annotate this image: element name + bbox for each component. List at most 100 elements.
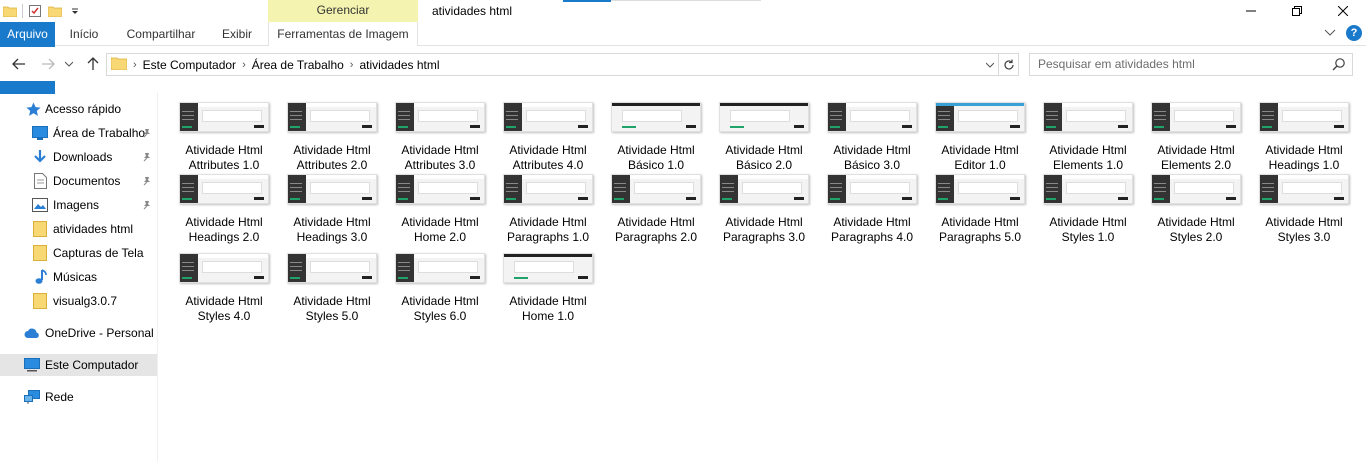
file-name-line: Atividade Html — [293, 215, 371, 229]
restore-icon[interactable] — [1274, 0, 1320, 22]
sidebar-item-atividades-html[interactable]: atividades html — [0, 218, 157, 240]
pin-icon[interactable] — [142, 199, 152, 213]
file-name: Atividade Html Headings 2.0 — [172, 215, 276, 245]
pin-icon[interactable] — [142, 151, 152, 165]
sidebar-item-documents[interactable]: Documentos — [0, 170, 157, 192]
customize-qat-icon[interactable] — [67, 3, 83, 19]
file-item[interactable]: Atividade Html Básico 1.0 — [604, 102, 708, 174]
file-name-line: Paragraphs 2.0 — [614, 230, 698, 244]
refresh-icon[interactable] — [998, 54, 1018, 75]
file-thumbnail — [287, 253, 377, 283]
breadcrumb-item[interactable]: atividades html — [359, 58, 439, 72]
file-thumbnail — [503, 102, 593, 132]
sidebar-item-desktop[interactable]: Área de Trabalho — [0, 122, 157, 144]
ribbon-tabs: Arquivo Início Compartilhar Exibir Ferra… — [0, 22, 1366, 94]
file-name-line: Atividade Html — [293, 294, 371, 308]
address-dropdown-icon[interactable] — [982, 54, 998, 75]
file-name-line: Attributes 4.0 — [512, 158, 584, 172]
file-item[interactable]: Atividade Html Headings 2.0 — [172, 174, 276, 246]
sidebar-item-images[interactable]: Imagens — [0, 194, 157, 216]
sidebar-item-downloads[interactable]: Downloads — [0, 146, 157, 168]
breadcrumb-item[interactable]: Este Computador — [143, 58, 236, 72]
sidebar-item-this-pc[interactable]: Este Computador — [0, 354, 157, 376]
search-icon[interactable] — [1332, 57, 1346, 74]
file-item[interactable]: Atividade Html Attributes 3.0 — [388, 102, 492, 174]
file-item[interactable]: Atividade Html Styles 3.0 — [1252, 174, 1356, 246]
tab-share[interactable]: Compartilhar — [118, 22, 204, 46]
file-item[interactable]: Atividade Html Headings 3.0 — [280, 174, 384, 246]
breadcrumb-separator-icon[interactable]: › — [242, 59, 246, 71]
breadcrumb-separator-icon[interactable]: › — [133, 59, 137, 71]
file-name-line: Paragraphs 3.0 — [722, 230, 806, 244]
tab-home[interactable]: Início — [58, 22, 110, 46]
file-item[interactable]: Atividade Html Attributes 2.0 — [280, 102, 384, 174]
file-name: Atividade Html Editor 1.0 — [928, 143, 1032, 173]
file-item[interactable]: Atividade Html Home 2.0 — [388, 174, 492, 246]
forward-arrow-icon[interactable] — [38, 54, 58, 74]
search-box[interactable]: Pesquisar em atividades html — [1029, 53, 1353, 76]
file-thumbnail — [719, 174, 809, 204]
address-bar[interactable]: › Este Computador › Área de Trabalho › a… — [106, 53, 1019, 76]
tab-picture-tools[interactable]: Ferramentas de Imagem — [268, 22, 418, 46]
file-item[interactable]: Atividade Html Paragraphs 5.0 — [928, 174, 1032, 246]
recent-locations-icon[interactable] — [62, 54, 76, 74]
search-input[interactable]: Pesquisar em atividades html — [1038, 54, 1195, 75]
file-name: Atividade Html Home 1.0 — [496, 294, 600, 324]
up-arrow-icon[interactable] — [83, 54, 103, 74]
tab-view[interactable]: Exibir — [212, 22, 262, 46]
file-item[interactable]: Atividade Html Styles 5.0 — [280, 253, 384, 325]
close-icon[interactable] — [1320, 0, 1366, 22]
file-item[interactable]: Atividade Html Styles 4.0 — [172, 253, 276, 325]
help-icon[interactable]: ? — [1346, 25, 1362, 41]
file-thumbnail — [395, 253, 485, 283]
file-thumbnail — [611, 174, 701, 204]
sidebar-item-label: Downloads — [53, 150, 113, 164]
file-item[interactable]: Atividade Html Básico 2.0 — [712, 102, 816, 174]
folder-icon — [110, 56, 128, 73]
pin-icon[interactable] — [142, 127, 152, 141]
file-name-line: Atividade Html — [617, 143, 695, 157]
sidebar-item-screenshots[interactable]: Capturas de Tela — [0, 242, 157, 264]
file-item[interactable]: Atividade Html Headings 1.0 — [1252, 102, 1356, 174]
file-item[interactable]: Atividade Html Attributes 4.0 — [496, 102, 600, 174]
file-name: Atividade Html Headings 3.0 — [280, 215, 384, 245]
file-item[interactable]: Atividade Html Styles 2.0 — [1144, 174, 1248, 246]
file-name-line: Headings 1.0 — [1268, 158, 1340, 172]
file-name-line: Atividade Html — [1157, 143, 1235, 157]
breadcrumb-item[interactable]: Área de Trabalho — [252, 58, 344, 72]
sidebar-item-network[interactable]: Rede — [0, 386, 157, 408]
file-item[interactable]: Atividade Html Styles 1.0 — [1036, 174, 1140, 246]
file-item[interactable]: Atividade Html Paragraphs 1.0 — [496, 174, 600, 246]
file-name: Atividade Html Elements 2.0 — [1144, 143, 1248, 173]
file-item[interactable]: Atividade Html Paragraphs 2.0 — [604, 174, 708, 246]
folder-icon — [32, 245, 48, 261]
file-item[interactable]: Atividade Html Elements 2.0 — [1144, 102, 1248, 174]
file-item[interactable]: Atividade Html Básico 3.0 — [820, 102, 924, 174]
sidebar-item-music[interactable]: Músicas — [0, 266, 157, 288]
expand-ribbon-icon[interactable] — [1324, 26, 1336, 40]
minimize-icon[interactable] — [1228, 0, 1274, 22]
download-icon — [32, 149, 48, 165]
sidebar-item-onedrive[interactable]: OneDrive - Personal — [0, 322, 157, 344]
properties-icon[interactable] — [27, 3, 43, 19]
network-icon — [24, 389, 40, 405]
file-name-line: Elements 2.0 — [1160, 158, 1232, 172]
file-item[interactable]: Atividade Html Attributes 1.0 — [172, 102, 276, 174]
new-folder-icon[interactable] — [47, 3, 63, 19]
star-icon — [25, 101, 41, 117]
sidebar-item-visualg[interactable]: visualg3.0.7 — [0, 290, 157, 312]
file-item[interactable]: Atividade Html Home 1.0 — [496, 253, 600, 325]
file-name-line: Atividade Html — [401, 215, 479, 229]
file-name-line: Styles 1.0 — [1061, 230, 1115, 244]
file-item[interactable]: Atividade Html Paragraphs 3.0 — [712, 174, 816, 246]
file-item[interactable]: Atividade Html Elements 1.0 — [1036, 102, 1140, 174]
sidebar-item-quick-access[interactable]: Acesso rápido — [0, 98, 157, 120]
window-title: atividades html — [432, 4, 513, 18]
file-item[interactable]: Atividade Html Paragraphs 4.0 — [820, 174, 924, 246]
back-arrow-icon[interactable] — [9, 54, 29, 74]
file-item[interactable]: Atividade Html Editor 1.0 — [928, 102, 1032, 174]
window-controls — [1228, 0, 1366, 22]
breadcrumb-separator-icon[interactable]: › — [350, 59, 354, 71]
pin-icon[interactable] — [142, 175, 152, 189]
file-item[interactable]: Atividade Html Styles 6.0 — [388, 253, 492, 325]
